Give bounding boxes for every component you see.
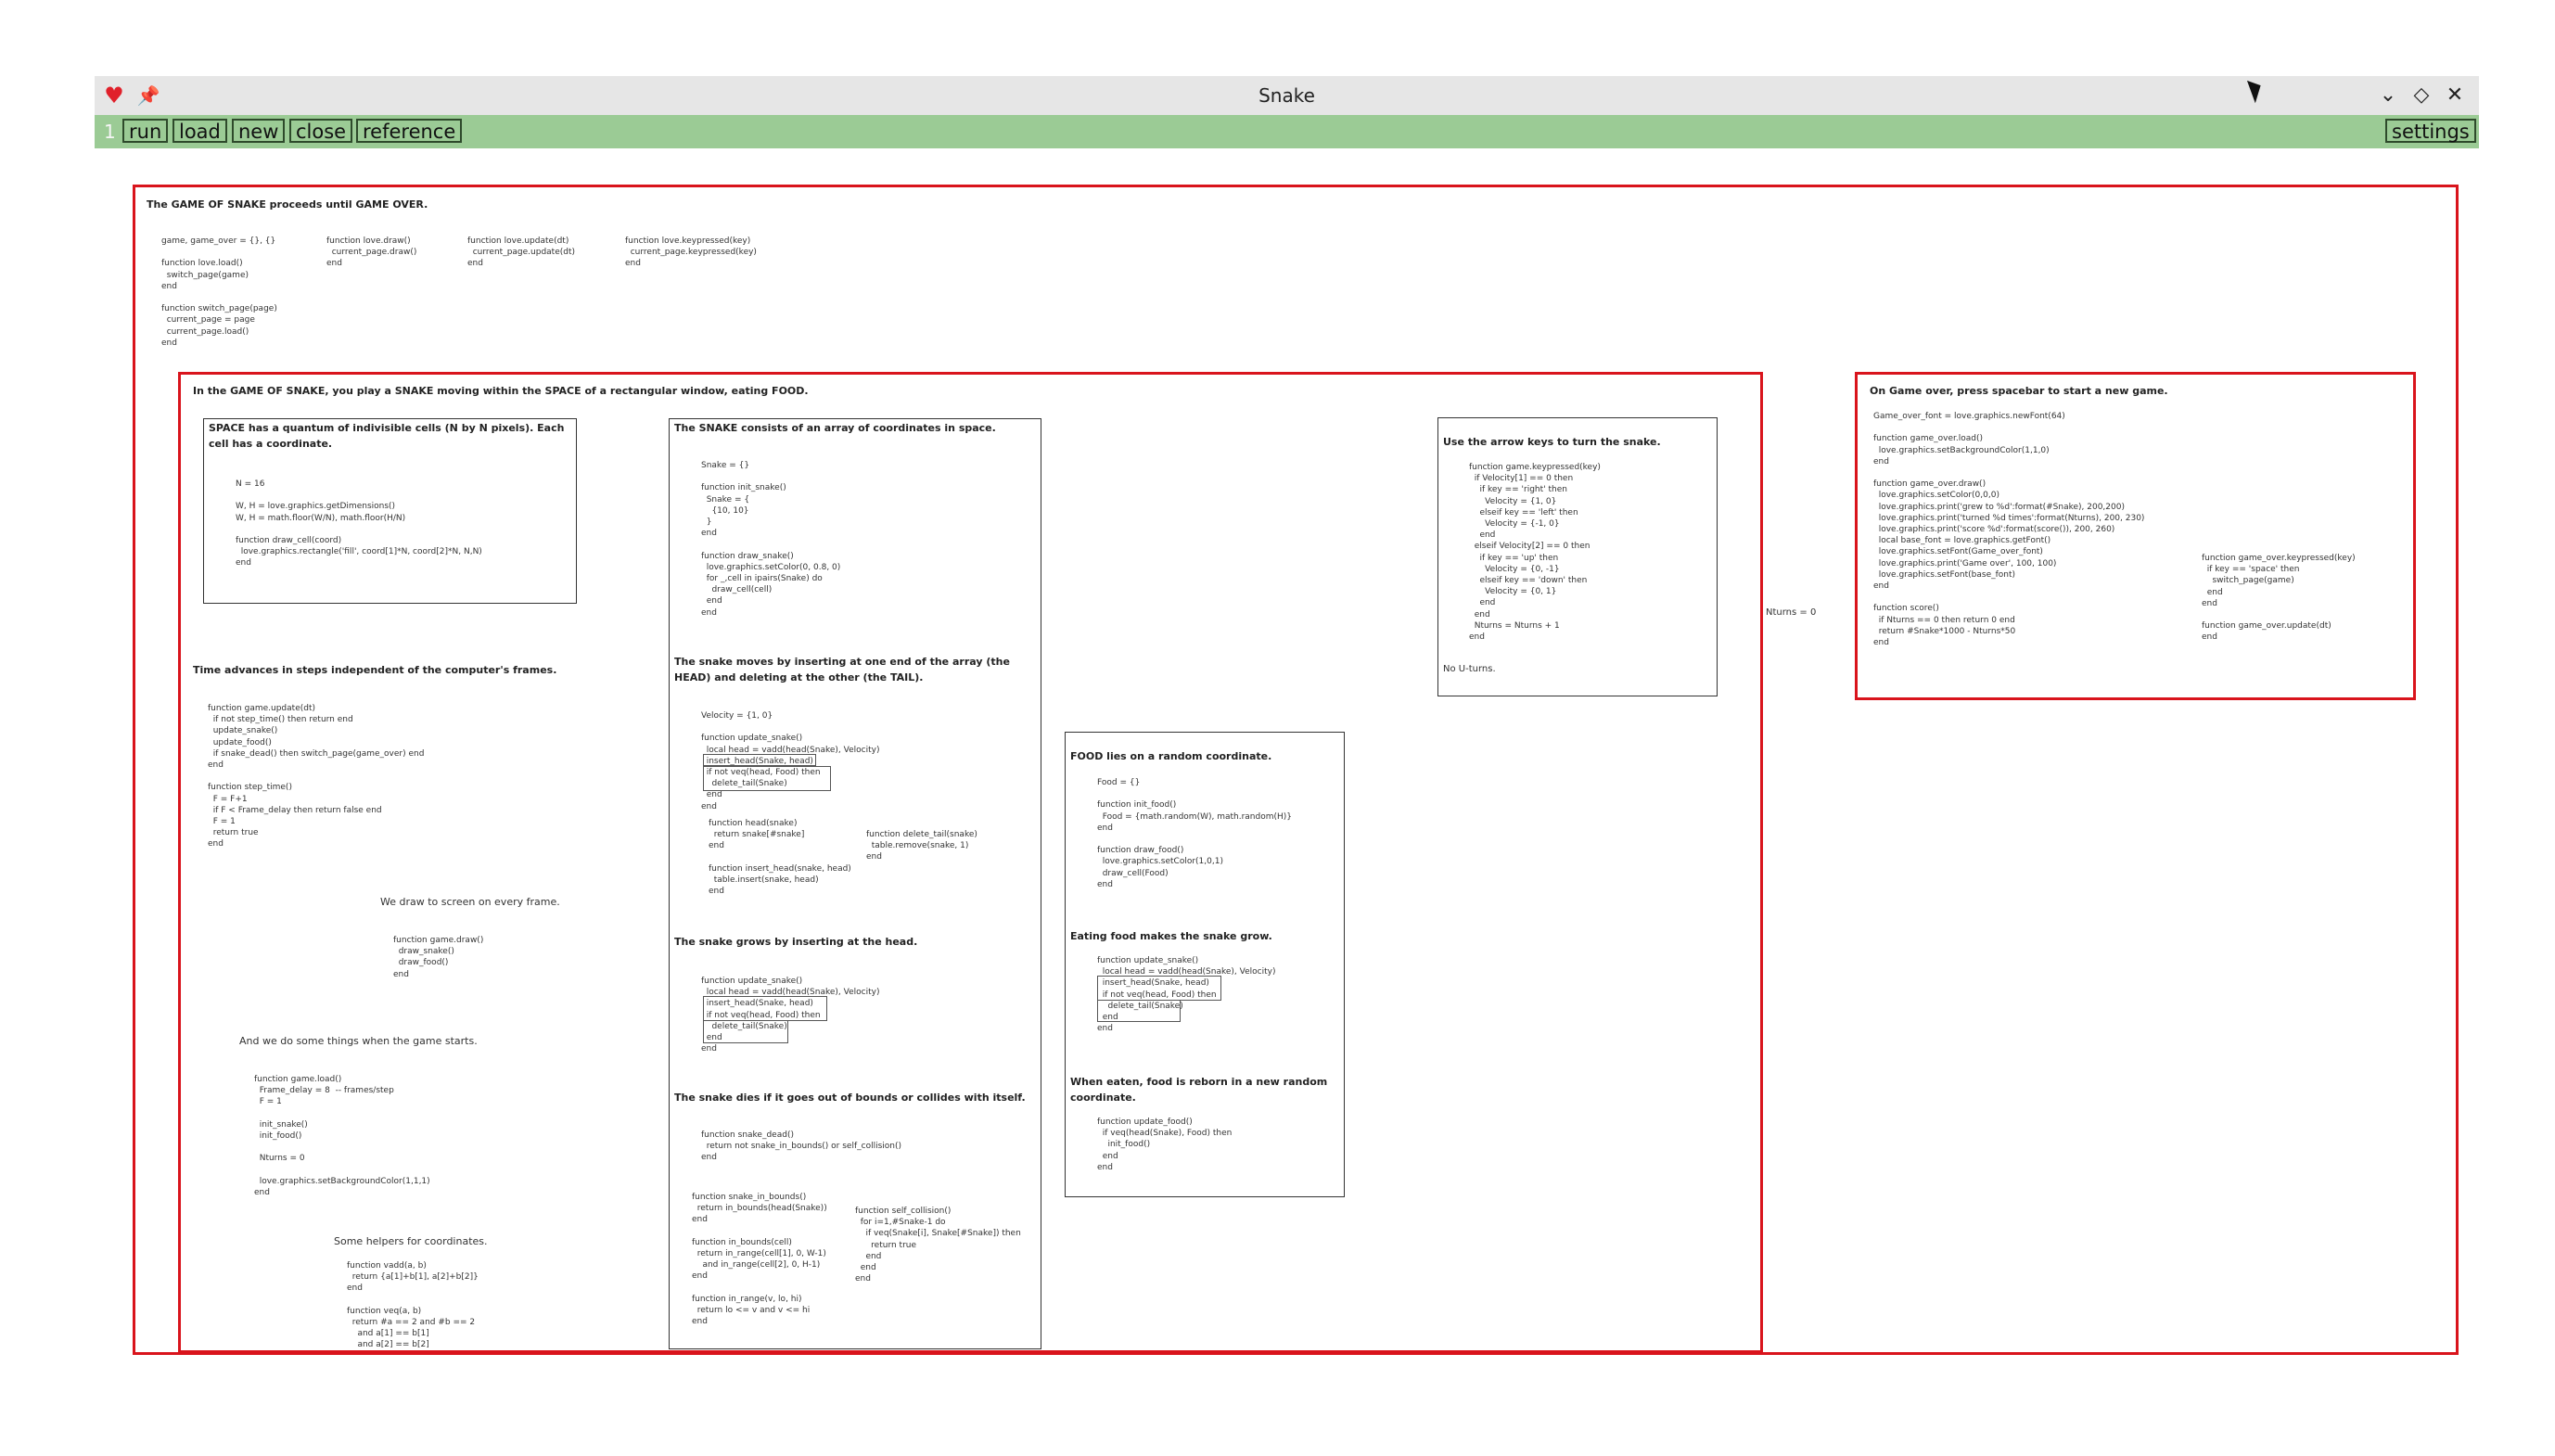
dies-code: function snake_dead() return not snake_i… <box>701 1130 901 1163</box>
titlebar: Snake ♥ 📌 ⌄ ◇ ✕ <box>95 76 2479 115</box>
main-code-keypressed: function love.keypressed(key) current_pa… <box>625 236 757 269</box>
food-heading: FOOD lies on a random coordinate. <box>1070 750 1272 762</box>
collision-code: function self_collision() for i=1,#Snake… <box>855 1207 1021 1284</box>
diamond-icon[interactable]: ◇ <box>2408 83 2434 109</box>
reference-button[interactable]: reference <box>356 119 463 143</box>
highlight-grow <box>703 996 827 1021</box>
game-over-code: Game_over_font = love.graphics.newFont(6… <box>1873 412 2145 648</box>
arrows-code: function game.keypressed(key) if Velocit… <box>1469 463 1601 643</box>
reborn-heading: When eaten, food is reborn in a new rand… <box>1070 1076 1328 1104</box>
draw-note: We draw to screen on every frame. <box>380 896 560 908</box>
snake-heading: The SNAKE consists of an array of coordi… <box>674 422 996 434</box>
grows-heading: The snake grows by inserting at the head… <box>674 936 918 948</box>
game-heading: In the GAME OF SNAKE, you play a SNAKE m… <box>193 385 809 397</box>
eating-heading: Eating food makes the snake grow. <box>1070 930 1272 942</box>
settings-button[interactable]: settings <box>2385 119 2476 143</box>
game-over-heading: On Game over, press spacebar to start a … <box>1870 385 2168 397</box>
head-code: function head(snake) return snake[#snake… <box>709 819 851 897</box>
time-code: function game.update(dt) if not step_tim… <box>208 704 425 849</box>
highlight-food-insert <box>1097 976 1221 1001</box>
helpers-note: Some helpers for coordinates. <box>334 1235 488 1247</box>
snake-code: Snake = {} function init_snake() Snake =… <box>701 461 841 618</box>
dies-heading: The snake dies if it goes out of bounds … <box>674 1092 1026 1104</box>
game-over-keypressed-code: function game_over.keypressed(key) if ke… <box>2202 554 2356 643</box>
heart-icon[interactable]: ♥ <box>101 83 127 109</box>
window-title: Snake <box>1258 84 1315 107</box>
start-note: And we do some things when the game star… <box>239 1035 478 1047</box>
highlight-if <box>703 766 831 791</box>
line-number: 1 <box>104 121 116 143</box>
new-button[interactable]: new <box>232 119 286 143</box>
highlight-insert <box>703 754 816 766</box>
bounds-code: function snake_in_bounds() return in_bou… <box>692 1193 827 1327</box>
time-heading: Time advances in steps independent of th… <box>193 664 557 676</box>
start-code: function game.load() Frame_delay = 8 -- … <box>254 1075 430 1198</box>
nturns-label: Nturns = 0 <box>1766 607 1817 618</box>
highlight-food-delete <box>1097 1000 1181 1022</box>
moves-heading: The snake moves by inserting at one end … <box>674 656 1010 683</box>
pin-icon[interactable]: 📌 <box>135 83 161 109</box>
run-button[interactable]: run <box>122 119 169 143</box>
close-button[interactable]: close <box>289 119 353 143</box>
highlight-delete <box>703 1020 788 1043</box>
arrows-heading: Use the arrow keys to turn the snake. <box>1443 436 1661 448</box>
reborn-code: function update_food() if veq(head(Snake… <box>1097 1118 1233 1172</box>
draw-code: function game.draw() draw_snake() draw_f… <box>393 936 484 979</box>
tail-code: function delete_tail(snake) table.remove… <box>866 830 977 862</box>
food-code: Food = {} function init_food() Food = {m… <box>1097 778 1293 889</box>
toolbar: 1 run load new close reference settings <box>95 115 2479 148</box>
helpers-code: function vadd(a, b) return {a[1]+b[1], a… <box>347 1261 479 1347</box>
no-uturns-note: No U-turns. <box>1443 664 1496 674</box>
space-heading: SPACE has a quantum of indivisible cells… <box>209 422 565 450</box>
main-code-update: function love.update(dt) current_page.up… <box>467 236 576 269</box>
main-code-load: game, game_over = {}, {} function love.l… <box>161 236 277 348</box>
load-button[interactable]: load <box>172 119 227 143</box>
main-code-draw: function love.draw() current_page.draw()… <box>326 236 417 269</box>
main-heading: The GAME OF SNAKE proceeds until GAME OV… <box>147 198 428 211</box>
close-icon[interactable]: ✕ <box>2442 83 2468 109</box>
space-code: N = 16 W, H = love.graphics.getDimension… <box>236 479 482 568</box>
chevron-down-icon[interactable]: ⌄ <box>2375 83 2401 109</box>
